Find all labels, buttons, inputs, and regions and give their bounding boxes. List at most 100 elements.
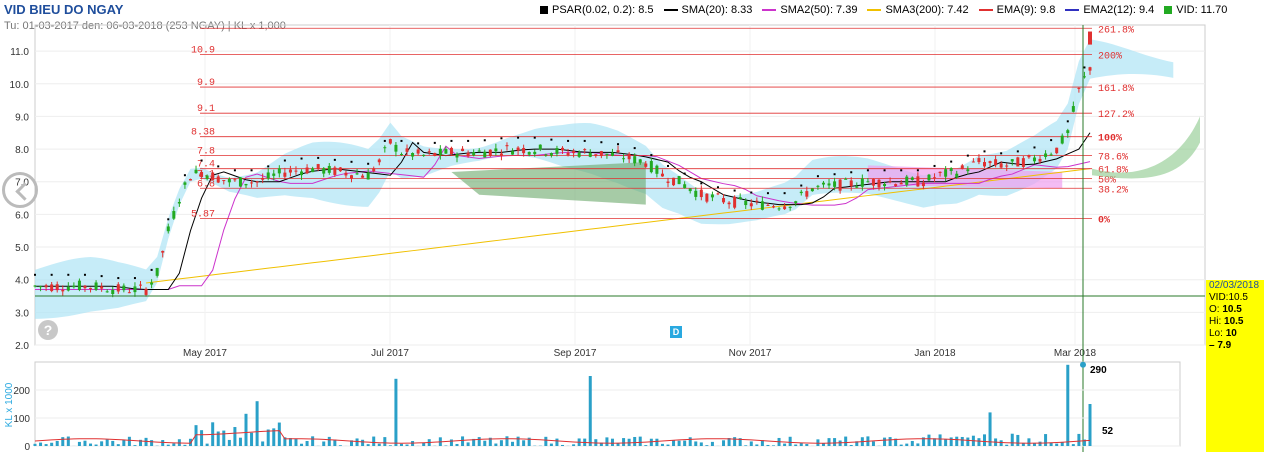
candle-body xyxy=(527,151,531,155)
candle-body xyxy=(94,282,98,290)
candle-body xyxy=(316,164,320,170)
psar-dot xyxy=(400,139,403,142)
volume-bar xyxy=(722,440,726,446)
psar-dot xyxy=(916,169,919,172)
volume-bar xyxy=(983,434,986,446)
candle-body xyxy=(77,280,81,290)
candle-body xyxy=(255,181,259,183)
volume-bar xyxy=(366,444,370,446)
candle-body xyxy=(666,181,670,183)
volume-bar xyxy=(1066,364,1070,446)
volume-bar xyxy=(361,439,365,446)
candle-body xyxy=(966,169,970,172)
candle-body xyxy=(788,206,792,208)
volume-bar xyxy=(694,441,698,446)
volume-bar xyxy=(405,444,409,446)
candle-body xyxy=(355,173,359,175)
y-tick-label: 11.0 xyxy=(10,47,29,58)
volume-max-marker xyxy=(1080,361,1086,368)
volume-bar xyxy=(1071,444,1075,446)
candle-body xyxy=(583,149,587,151)
candle-body xyxy=(694,190,698,197)
psar-dot xyxy=(67,273,70,276)
volume-bar xyxy=(383,437,387,446)
volume-bar xyxy=(183,444,187,446)
info-date: 02/03/2018 xyxy=(1209,280,1260,291)
candle-body xyxy=(39,286,43,288)
candle-body xyxy=(716,193,720,195)
volume-bar xyxy=(111,440,115,446)
candle-body xyxy=(549,153,553,156)
volume-bar xyxy=(1055,443,1059,446)
volume-bar xyxy=(311,436,315,446)
candle-body xyxy=(1060,135,1064,144)
candle-body xyxy=(261,177,265,180)
psar-dot xyxy=(1033,146,1036,149)
candle-body xyxy=(733,196,737,208)
daily-badge[interactable]: D xyxy=(670,326,682,338)
candle-body xyxy=(366,172,370,180)
info-change: – 7.9 xyxy=(1209,340,1232,351)
psar-dot xyxy=(800,184,803,187)
candle-body xyxy=(561,147,564,151)
volume-bar xyxy=(455,443,459,446)
candle-body xyxy=(311,168,315,173)
prev-arrow-icon[interactable] xyxy=(2,172,38,208)
candle-body xyxy=(783,206,787,210)
x-tick-label: Jul 2017 xyxy=(371,348,409,359)
candle-body xyxy=(411,153,415,157)
volume-bar xyxy=(277,422,281,446)
volume-bar xyxy=(516,436,520,446)
candle-body xyxy=(1049,154,1053,156)
candle-body xyxy=(177,202,181,204)
candle-body xyxy=(61,289,65,292)
volume-bar xyxy=(1005,444,1009,446)
volume-bar xyxy=(622,438,626,446)
last-candle xyxy=(1088,31,1092,45)
volume-bar xyxy=(833,438,837,446)
candle-body xyxy=(805,191,809,197)
volume-bar xyxy=(938,434,942,446)
help-icon[interactable]: ? xyxy=(38,320,58,340)
psar-dot xyxy=(117,277,120,280)
volume-bar xyxy=(66,436,70,446)
psar-dot xyxy=(866,169,869,172)
volume-bar xyxy=(1044,434,1048,446)
candle-body xyxy=(394,144,398,152)
volume-max-label: 290 xyxy=(1090,365,1107,376)
volume-bar xyxy=(305,441,309,446)
volume-bar xyxy=(844,436,848,446)
volume-bar xyxy=(683,440,687,446)
candle-body xyxy=(427,151,431,153)
volume-bar xyxy=(966,437,970,446)
volume-bar xyxy=(39,442,43,446)
x-tick-label: Mar 2018 xyxy=(1054,348,1097,359)
volume-bar xyxy=(122,439,126,446)
candle-body xyxy=(944,169,948,177)
candle-body xyxy=(766,204,770,206)
candle-body xyxy=(533,151,537,155)
psar-dot xyxy=(133,277,136,280)
candle-body xyxy=(749,203,753,207)
candle-body xyxy=(522,147,526,154)
volume-bar xyxy=(849,444,853,446)
psar-dot xyxy=(900,169,903,172)
volume-bar xyxy=(910,440,914,446)
volume-bar xyxy=(827,438,831,446)
y-tick-label: 2.0 xyxy=(15,341,29,352)
candle-body xyxy=(283,172,287,177)
candle-body xyxy=(288,169,292,173)
candle-body xyxy=(250,182,254,184)
volume-bar xyxy=(133,445,137,446)
y-tick-label: 6.0 xyxy=(15,210,29,221)
volume-bar xyxy=(960,436,964,446)
volume-tick-label: 100 xyxy=(13,414,30,425)
volume-bar xyxy=(377,443,381,446)
candle-body xyxy=(461,148,465,152)
psar-dot xyxy=(233,169,236,172)
candle-body xyxy=(338,167,342,172)
volume-bar xyxy=(649,438,653,446)
volume-bar xyxy=(244,413,248,446)
x-tick-label: Sep 2017 xyxy=(554,348,597,359)
volume-bar xyxy=(999,440,1003,446)
